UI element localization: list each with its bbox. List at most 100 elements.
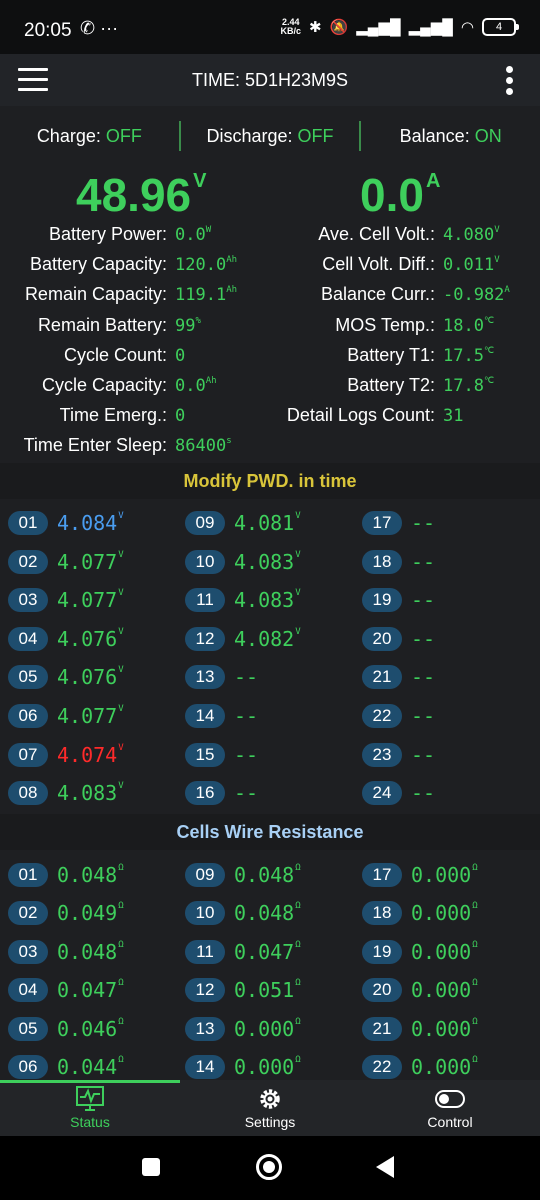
wire-resistance-item: 20 0.000Ω bbox=[362, 977, 478, 1003]
cell-index-badge: 13 bbox=[185, 665, 225, 690]
cell-voltage-value: -- bbox=[234, 704, 259, 728]
runtime-title: TIME: 5D1H23M9S bbox=[191, 70, 349, 90]
system-navigation-bar bbox=[0, 1136, 540, 1200]
cell-index-badge: 14 bbox=[185, 1055, 225, 1079]
cell-index-badge: 07 bbox=[8, 742, 48, 767]
cell-voltage-item: 02 4.077V bbox=[8, 549, 124, 575]
wifi-icon: ◠ bbox=[460, 19, 474, 36]
info-row: Cell Volt. Diff.: 0.011V bbox=[0, 254, 499, 284]
cell-voltage-item: 20 -- bbox=[362, 626, 436, 652]
cell-voltage-item: 04 4.076V bbox=[8, 626, 124, 652]
cell-voltage-value: 4.076V bbox=[57, 626, 124, 651]
cell-voltage-item: 16 -- bbox=[185, 780, 259, 806]
cell-index-badge: 09 bbox=[185, 511, 225, 535]
info-value: 86400s bbox=[175, 436, 232, 457]
notification-icons: ✆ ··· bbox=[80, 18, 119, 38]
info-value: -0.982A bbox=[443, 285, 510, 306]
info-value: 18.0℃ bbox=[443, 315, 495, 336]
system-status-bar: 20:05 ✆ ··· 2.44 KB/c ✱ 🔕 ▂▄▆█ ▂▄▆█ ◠ 4 bbox=[0, 0, 540, 54]
home-button[interactable] bbox=[256, 1154, 282, 1180]
wire-resistance-item: 14 0.000Ω bbox=[185, 1054, 301, 1080]
cell-index-badge: 12 bbox=[185, 978, 225, 1003]
more-options-icon[interactable] bbox=[506, 66, 514, 96]
wire-resistance-item: 06 0.044Ω bbox=[8, 1054, 124, 1080]
cell-index-badge: 01 bbox=[8, 863, 48, 887]
cell-voltage-value: -- bbox=[234, 781, 259, 806]
charge-status: Charge: OFF bbox=[36, 125, 142, 146]
cell-index-badge: 02 bbox=[8, 901, 48, 926]
back-button[interactable] bbox=[376, 1156, 394, 1178]
tab-control[interactable]: Control bbox=[360, 1080, 540, 1136]
cell-voltage-item: 18 -- bbox=[362, 549, 436, 575]
cell-voltage-item: 01 4.084V bbox=[8, 510, 124, 536]
cell-voltage-item: 13 -- bbox=[185, 664, 259, 690]
cell-voltage-value: -- bbox=[411, 549, 436, 574]
info-label: MOS Temp.: bbox=[335, 314, 435, 335]
cell-voltage-value: 4.076V bbox=[57, 665, 124, 690]
wire-resistance-value: 0.000Ω bbox=[411, 1016, 478, 1041]
info-row: Ave. Cell Volt.: 4.080V bbox=[0, 224, 500, 254]
wire-resistance-item: 10 0.048Ω bbox=[185, 900, 301, 926]
wire-resistance-value: 0.000Ω bbox=[411, 939, 478, 964]
wire-resistance-item: 18 0.000Ω bbox=[362, 900, 478, 926]
wire-resistance-value: 0.000Ω bbox=[411, 1055, 478, 1079]
wire-resistance-item: 17 0.000Ω bbox=[362, 862, 478, 888]
wire-resistance-value: 0.046Ω bbox=[57, 1016, 124, 1041]
cell-index-badge: 20 bbox=[362, 626, 402, 651]
info-row: Battery T2: 17.8℃ bbox=[0, 375, 494, 405]
toggle-icon bbox=[435, 1090, 465, 1108]
wire-resistance-item: 05 0.046Ω bbox=[8, 1016, 124, 1042]
cell-index-badge: 11 bbox=[185, 939, 225, 964]
wire-resistance-item: 02 0.049Ω bbox=[8, 900, 124, 926]
cell-voltage-value: 4.082V bbox=[234, 626, 301, 651]
cell-index-badge: 04 bbox=[8, 626, 48, 651]
battery-icon: 4 bbox=[482, 18, 519, 36]
tab-status[interactable]: Status bbox=[0, 1080, 180, 1136]
cell-index-badge: 03 bbox=[8, 939, 48, 964]
wire-resistance-value: 0.048Ω bbox=[234, 901, 301, 926]
wire-resistance-item: 04 0.047Ω bbox=[8, 977, 124, 1003]
cell-index-badge: 11 bbox=[185, 588, 225, 613]
cell-index-badge: 10 bbox=[185, 901, 225, 926]
cell-voltage-value: -- bbox=[411, 665, 436, 690]
cell-index-badge: 19 bbox=[362, 588, 402, 613]
cell-voltage-item: 15 -- bbox=[185, 742, 259, 768]
cell-voltage-item: 24 -- bbox=[362, 780, 436, 806]
tab-settings-label: Settings bbox=[244, 1114, 296, 1130]
wire-resistance-value: 0.047Ω bbox=[234, 939, 301, 964]
cell-index-badge: 10 bbox=[185, 549, 225, 574]
wire-resistance-value: 0.000Ω bbox=[411, 901, 478, 926]
wire-resistance-item: 01 0.048Ω bbox=[8, 862, 124, 888]
cell-voltage-item: 17 -- bbox=[362, 510, 436, 536]
info-label: Time Enter Sleep: bbox=[23, 435, 167, 456]
wire-resistance-value: 0.051Ω bbox=[234, 978, 301, 1003]
cell-index-badge: 22 bbox=[362, 1055, 402, 1079]
cell-voltage-value: -- bbox=[411, 781, 436, 806]
cell-index-badge: 20 bbox=[362, 978, 402, 1003]
cell-index-badge: 04 bbox=[8, 978, 48, 1003]
cell-voltage-item: 08 4.083V bbox=[8, 780, 124, 806]
cell-index-badge: 22 bbox=[362, 704, 402, 728]
gear-icon bbox=[260, 1089, 280, 1109]
info-label: Battery T2: bbox=[347, 375, 435, 395]
info-value: 4.080V bbox=[443, 225, 500, 245]
bluetooth-icon: ✱ bbox=[308, 19, 322, 36]
cell-index-badge: 15 bbox=[185, 742, 225, 767]
status-monitor-icon bbox=[76, 1086, 104, 1111]
recents-button[interactable] bbox=[142, 1158, 160, 1176]
cell-index-badge: 01 bbox=[8, 511, 48, 535]
cell-voltage-value: -- bbox=[411, 704, 436, 728]
tab-settings[interactable]: Settings bbox=[180, 1080, 360, 1136]
cell-index-badge: 08 bbox=[8, 781, 48, 806]
wire-resistance-item: 12 0.051Ω bbox=[185, 977, 301, 1003]
cell-index-badge: 21 bbox=[362, 665, 402, 690]
wire-resistance-value: 0.000Ω bbox=[411, 863, 478, 887]
info-label: Cell Volt. Diff.: bbox=[322, 254, 435, 275]
cell-voltage-value: 4.077V bbox=[57, 588, 124, 613]
cell-index-badge: 06 bbox=[8, 1055, 48, 1079]
app-bar: TIME: 5D1H23M9S bbox=[0, 54, 540, 106]
cell-voltage-value: 4.083V bbox=[234, 549, 301, 574]
info-label: Battery T1: bbox=[347, 344, 435, 365]
cell-index-badge: 05 bbox=[8, 665, 48, 690]
cell-voltage-value: 4.081V bbox=[234, 511, 301, 535]
